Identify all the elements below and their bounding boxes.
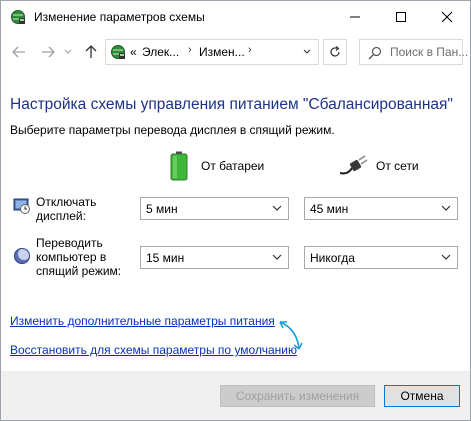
window-title: Изменение параметров схемы <box>34 10 205 24</box>
sleep-label-line1: Переводить <box>36 236 103 250</box>
maximize-icon <box>396 12 406 22</box>
title-bar: Изменение параметров схемы <box>1 1 470 33</box>
forward-button[interactable] <box>38 42 58 62</box>
breadcrumb-item-power[interactable]: Элек... <box>142 45 179 59</box>
maximize-button[interactable] <box>378 1 424 33</box>
sleep-battery-select[interactable]: 15 мин <box>140 246 289 269</box>
display-off-battery-value: 5 мин <box>146 202 178 216</box>
chevron-down-icon <box>272 254 282 260</box>
dialog-footer: Сохранить изменения Отмена <box>1 371 470 420</box>
breadcrumb-separator[interactable]: › <box>248 44 252 56</box>
chevron-down-icon <box>441 254 451 260</box>
display-off-plugged-value: 45 мин <box>310 202 349 216</box>
plugged-column-header: От сети <box>338 151 458 181</box>
address-dropdown-button[interactable] <box>297 39 317 65</box>
display-off-label: Отключать дисплей: <box>36 195 96 223</box>
sleep-icon <box>13 247 31 265</box>
chevron-down-icon <box>272 205 282 211</box>
battery-icon <box>170 151 188 184</box>
close-button[interactable] <box>424 1 470 33</box>
battery-column-label: От батареи <box>201 159 265 173</box>
annotation-arrow-icon <box>279 321 303 350</box>
back-arrow-icon <box>12 46 25 58</box>
display-icon <box>13 197 31 215</box>
restore-defaults-link[interactable]: Восстановить для схемы параметры по умол… <box>10 343 297 357</box>
breadcrumb-overflow[interactable]: « <box>130 45 137 59</box>
up-button[interactable] <box>81 42 101 62</box>
page-title: Настройка схемы управления питанием "Сба… <box>10 96 453 113</box>
up-arrow-icon <box>85 45 97 58</box>
forward-arrow-icon <box>42 46 55 58</box>
sleep-plugged-value: Никогда <box>310 251 355 265</box>
search-icon <box>368 46 382 63</box>
refresh-button[interactable] <box>323 39 347 65</box>
minimize-icon <box>350 16 360 18</box>
address-bar[interactable]: « Элек... › Измен... › <box>105 39 319 65</box>
plugged-column-label: От сети <box>376 159 419 173</box>
display-off-battery-select[interactable]: 5 мин <box>140 197 289 220</box>
close-icon <box>441 11 453 23</box>
recent-locations-button[interactable] <box>62 42 74 62</box>
chevron-down-icon <box>64 49 72 54</box>
breadcrumb-item-edit[interactable]: Измен... <box>199 45 245 59</box>
sleep-plugged-select[interactable]: Никогда <box>304 246 458 269</box>
display-off-plugged-select[interactable]: 45 мин <box>304 197 458 220</box>
sleep-label: Переводить компьютер в спящий режим: <box>36 236 121 278</box>
refresh-icon <box>330 46 340 57</box>
search-box[interactable]: Поиск в Пан... <box>359 39 468 65</box>
sleep-label-line2: компьютер в <box>36 250 107 264</box>
page-subtitle: Выберите параметры перевода дисплея в сп… <box>10 123 335 137</box>
display-off-label-line2: дисплей: <box>36 209 86 223</box>
minimize-button[interactable] <box>332 1 378 33</box>
power-options-icon <box>10 9 26 25</box>
chevron-down-icon <box>441 205 451 211</box>
power-plug-icon <box>338 155 368 180</box>
sleep-battery-value: 15 мин <box>146 251 185 265</box>
power-plan-window: Изменение параметров схемы « Элек... › И… <box>0 0 471 421</box>
navigation-bar: « Элек... › Измен... › Поиск в Пан... <box>1 35 470 69</box>
save-changes-button[interactable]: Сохранить изменения <box>220 385 375 407</box>
breadcrumb-separator[interactable]: › <box>188 44 192 56</box>
sleep-label-line3: спящий режим: <box>36 264 122 278</box>
cancel-button[interactable]: Отмена <box>384 385 460 407</box>
display-off-label-line1: Отключать <box>36 195 97 209</box>
chevron-down-icon <box>303 49 311 54</box>
battery-column-header: От батареи <box>166 151 306 181</box>
back-button[interactable] <box>9 42 29 62</box>
advanced-power-settings-link[interactable]: Изменить дополнительные параметры питани… <box>10 314 275 328</box>
search-placeholder: Поиск в Пан... <box>390 45 469 59</box>
control-panel-icon <box>110 44 126 60</box>
